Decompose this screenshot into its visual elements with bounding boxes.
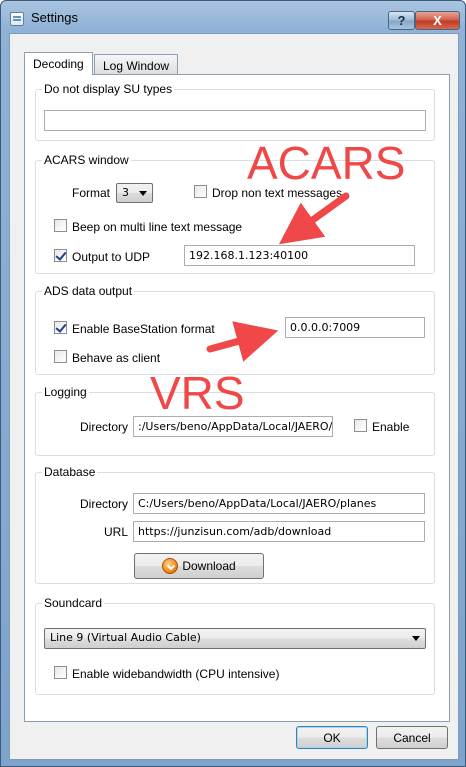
soundcard-device-select[interactable]: Line 9 (Virtual Audio Cable) xyxy=(44,628,426,649)
vrs-annotation-text: VRS xyxy=(150,367,245,419)
tab-decoding[interactable]: Decoding xyxy=(24,52,93,75)
acars-annotation-text: ACARS xyxy=(247,137,406,189)
basestation-checkbox[interactable] xyxy=(54,321,67,334)
behave-client-label: Behave as client xyxy=(72,351,161,365)
close-button[interactable]: X xyxy=(415,11,460,30)
wideband-checkbox[interactable] xyxy=(54,666,67,679)
udp-address-input[interactable]: 192.168.1.123:40100 xyxy=(184,245,415,266)
soundcard-device-value: Line 9 (Virtual Audio Cable) xyxy=(50,631,201,644)
chevron-down-icon xyxy=(139,191,147,196)
logging-enable-checkbox[interactable] xyxy=(354,419,367,432)
log-directory-input[interactable]: :/Users/beno/AppData/Local/JAERO/logs xyxy=(133,416,333,437)
basestation-address-input[interactable]: 0.0.0.0:7009 xyxy=(285,317,425,338)
soundcard-title: Soundcard xyxy=(42,596,105,610)
format-select[interactable]: 3 xyxy=(116,183,153,203)
output-udp-label: Output to UDP xyxy=(72,250,151,264)
window-icon xyxy=(10,12,24,26)
acars-title: ACARS window xyxy=(42,153,131,167)
format-value: 3 xyxy=(122,186,129,199)
basestation-label: Enable BaseStation format xyxy=(72,322,215,336)
db-url-input[interactable]: https://junzisun.com/adb/download xyxy=(133,521,425,542)
db-directory-label: Directory xyxy=(80,497,129,511)
window-title: Settings xyxy=(31,10,78,25)
su-types-title: Do not display SU types xyxy=(42,82,175,96)
cancel-button[interactable]: Cancel xyxy=(376,726,448,749)
download-icon xyxy=(162,558,179,574)
su-types-group: Do not display SU types xyxy=(35,82,435,141)
download-label: Download xyxy=(182,559,236,573)
soundcard-group: Soundcard Line 9 (Virtual Audio Cable) E… xyxy=(35,596,435,695)
beep-checkbox[interactable] xyxy=(54,219,67,232)
su-types-input[interactable] xyxy=(44,110,426,131)
download-button[interactable]: Download xyxy=(134,553,264,579)
database-group: Database Directory C:/Users/beno/AppData… xyxy=(35,465,435,584)
ads-title: ADS data output xyxy=(42,284,135,298)
help-button[interactable]: ? xyxy=(388,11,415,30)
chevron-down-icon xyxy=(412,636,420,641)
ads-group: ADS data output Enable BaseStation forma… xyxy=(35,284,435,375)
output-udp-checkbox[interactable] xyxy=(54,249,67,262)
title-bar: Settings ? X xyxy=(1,1,465,33)
ok-button[interactable]: OK xyxy=(296,726,368,749)
db-directory-input[interactable]: C:/Users/beno/AppData/Local/JAERO/planes xyxy=(133,493,425,514)
db-url-label: URL xyxy=(104,525,129,539)
beep-label: Beep on multi line text message xyxy=(72,220,243,234)
logging-title: Logging xyxy=(42,385,89,399)
tab-log-window[interactable]: Log Window xyxy=(94,54,179,76)
wideband-label: Enable widebandwidth (CPU intensive) xyxy=(72,667,280,681)
log-directory-label: Directory xyxy=(80,420,129,434)
database-title: Database xyxy=(42,465,98,479)
drop-non-text-checkbox[interactable] xyxy=(194,185,207,198)
behave-client-checkbox[interactable] xyxy=(54,350,67,363)
logging-enable-label: Enable xyxy=(372,420,410,434)
format-label: Format xyxy=(72,186,111,200)
